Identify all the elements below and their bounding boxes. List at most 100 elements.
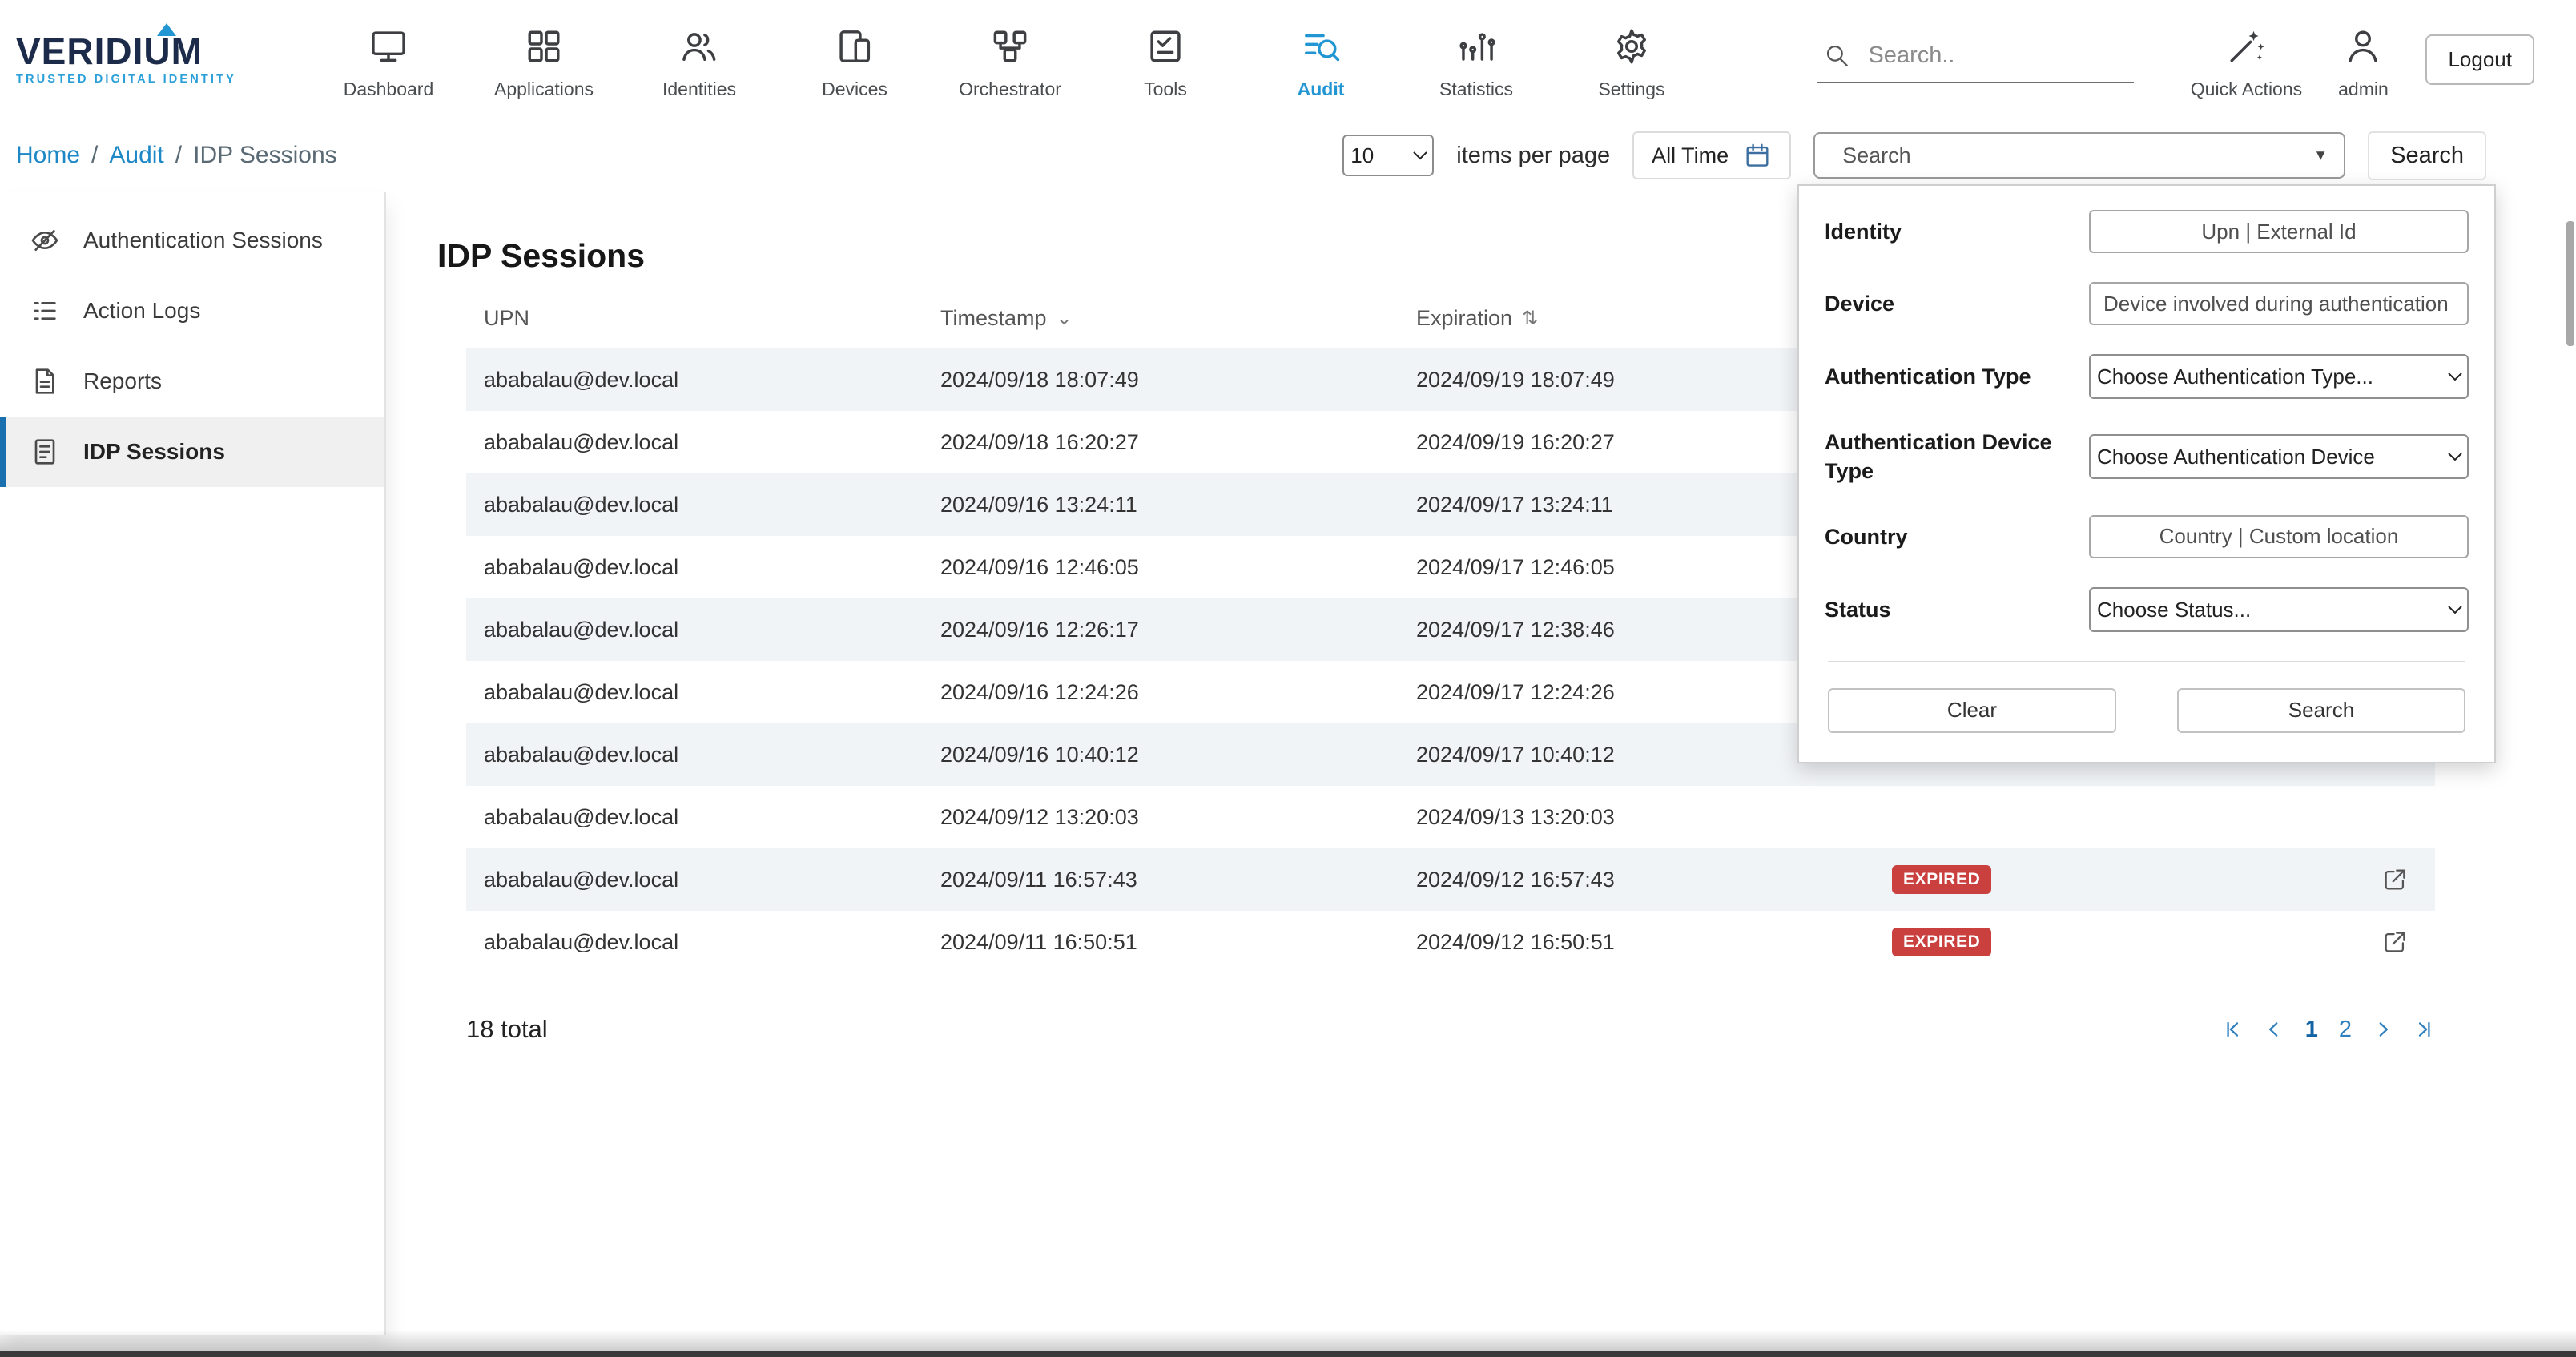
timestamp-cell: 2024/09/16 12:46:05: [940, 555, 1416, 580]
filter-row-authentication-type: Authentication Type Choose Authenticatio…: [1825, 354, 2469, 399]
column-header-upn[interactable]: UPN: [484, 306, 940, 331]
items-per-page-label: items per page: [1456, 143, 1610, 169]
nav-label: Settings: [1598, 79, 1664, 100]
status-badge-expired: EXPIRED: [1892, 865, 1991, 894]
nav-item-statistics[interactable]: Statistics: [1399, 19, 1554, 100]
sidebar-item-label: IDP Sessions: [83, 439, 225, 465]
upn-cell: ababalau@dev.local: [484, 868, 940, 892]
status-select[interactable]: Choose Status...: [2089, 587, 2469, 632]
nav-label: Applications: [494, 79, 594, 100]
action-cell: [2355, 866, 2435, 893]
open-session-icon[interactable]: [2381, 866, 2409, 893]
breadcrumb-home-link[interactable]: Home: [16, 142, 80, 169]
breadcrumb-audit-link[interactable]: Audit: [109, 142, 163, 169]
filter-row-status: Status Choose Status...: [1825, 587, 2469, 632]
nav-item-settings[interactable]: Settings: [1554, 19, 1709, 100]
filter-panel-divider: [1828, 661, 2465, 662]
page-number-1[interactable]: 1: [2305, 1017, 2318, 1043]
column-label: UPN: [484, 306, 529, 331]
device-input[interactable]: [2089, 282, 2469, 325]
time-filter-label: All Time: [1652, 143, 1729, 168]
filter-row-country: Country: [1825, 515, 2469, 558]
authentication-device-type-select[interactable]: Choose Authentication Device: [2089, 434, 2469, 479]
time-filter-button[interactable]: All Time: [1632, 131, 1791, 179]
logo-triangle-icon: [157, 23, 176, 36]
list-toolbar: 10 items per page All Time ▼ Search: [1342, 131, 2486, 180]
applications-icon: [523, 26, 565, 67]
nav-label: Tools: [1144, 79, 1187, 100]
table-row: ababalau@dev.local 2024/09/11 16:57:43 2…: [466, 848, 2435, 911]
veridium-logo[interactable]: VERIDIUM TRUSTED DIGITAL IDENTITY: [16, 33, 260, 86]
expiration-cell: 2024/09/12 16:50:51: [1416, 930, 1892, 955]
open-session-icon[interactable]: [2381, 928, 2409, 956]
next-page-button[interactable]: [2373, 1019, 2393, 1040]
eye-slash-icon: [29, 224, 61, 256]
nav-label: Orchestrator: [959, 79, 1061, 100]
table-search-input[interactable]: [1813, 132, 2345, 179]
table-row: ababalau@dev.local 2024/09/11 16:50:51 2…: [466, 911, 2435, 973]
sidebar-item-authentication-sessions[interactable]: Authentication Sessions: [0, 205, 384, 276]
sidebar-item-action-logs[interactable]: Action Logs: [0, 276, 384, 346]
nav-item-orchestrator[interactable]: Orchestrator: [932, 19, 1088, 100]
apply-filters-search-button[interactable]: Search: [2177, 688, 2465, 733]
identity-input[interactable]: [2089, 210, 2469, 253]
status-label: Status: [1825, 595, 2068, 624]
timestamp-cell: 2024/09/18 16:20:27: [940, 430, 1416, 455]
breadcrumb: Home / Audit / IDP Sessions: [16, 142, 337, 169]
nav-item-identities[interactable]: Identities: [622, 19, 777, 100]
status-cell: EXPIRED: [1892, 928, 2355, 956]
statistics-icon: [1455, 26, 1497, 67]
identity-label: Identity: [1825, 217, 2068, 246]
table-search-combo: ▼: [1813, 132, 2345, 179]
search-icon: [1823, 42, 1850, 69]
sidebar-item-reports[interactable]: Reports: [0, 346, 384, 417]
nav-item-dashboard[interactable]: Dashboard: [311, 19, 466, 100]
country-input[interactable]: [2089, 515, 2469, 558]
authentication-type-select[interactable]: Choose Authentication Type...: [2089, 354, 2469, 399]
logo-tagline: TRUSTED DIGITAL IDENTITY: [16, 73, 260, 86]
status-cell: EXPIRED: [1892, 865, 2355, 894]
logout-button[interactable]: Logout: [2425, 34, 2534, 85]
admin-menu[interactable]: admin: [2316, 19, 2409, 100]
items-per-page-select[interactable]: 10: [1342, 135, 1434, 176]
bottom-edge-bar: [0, 1351, 2576, 1357]
quick-actions-button[interactable]: Quick Actions: [2176, 19, 2316, 100]
identities-icon: [678, 26, 720, 67]
breadcrumb-separator: /: [175, 142, 182, 169]
global-search: [1817, 36, 2134, 83]
timestamp-cell: 2024/09/12 13:20:03: [940, 805, 1416, 830]
nav-label: Audit: [1298, 79, 1345, 100]
tools-icon: [1145, 26, 1186, 67]
scrollbar-thumb[interactable]: [2566, 221, 2574, 346]
upn-cell: ababalau@dev.local: [484, 930, 940, 955]
nav-item-devices[interactable]: Devices: [777, 19, 932, 100]
nav-item-applications[interactable]: Applications: [466, 19, 622, 100]
global-search-input[interactable]: [1865, 41, 2127, 70]
nav-item-audit[interactable]: Audit: [1243, 19, 1399, 100]
device-label: Device: [1825, 289, 2068, 318]
page-number-2[interactable]: 2: [2339, 1017, 2352, 1043]
list-icon: [29, 295, 61, 327]
total-count: 18 total: [466, 1015, 548, 1044]
timestamp-cell: 2024/09/18 18:07:49: [940, 368, 1416, 393]
timestamp-cell: 2024/09/16 12:24:26: [940, 680, 1416, 705]
expiration-cell: 2024/09/13 13:20:03: [1416, 805, 1892, 830]
nav-item-tools[interactable]: Tools: [1088, 19, 1243, 100]
country-label: Country: [1825, 522, 2068, 551]
sidebar-item-idp-sessions[interactable]: IDP Sessions: [0, 417, 384, 487]
settings-gear-icon: [1611, 26, 1652, 67]
column-header-timestamp[interactable]: Timestamp⌄: [940, 306, 1416, 331]
authentication-device-type-label: Authentication Device Type: [1825, 428, 2068, 486]
table-search-button[interactable]: Search: [2368, 131, 2486, 180]
table-row: ababalau@dev.local 2024/09/12 13:20:03 2…: [466, 786, 2435, 848]
status-badge-expired: EXPIRED: [1892, 928, 1991, 956]
last-page-button[interactable]: [2414, 1019, 2435, 1040]
sort-icon: ⇅: [1522, 307, 1538, 330]
first-page-button[interactable]: [2222, 1019, 2243, 1040]
sidebar-item-label: Reports: [83, 368, 162, 394]
timestamp-cell: 2024/09/16 13:24:11: [940, 493, 1416, 517]
clear-filters-button[interactable]: Clear: [1828, 688, 2116, 733]
report-document-icon: [29, 365, 61, 397]
previous-page-button[interactable]: [2264, 1019, 2284, 1040]
filter-panel-buttons: Clear Search: [1825, 688, 2469, 746]
